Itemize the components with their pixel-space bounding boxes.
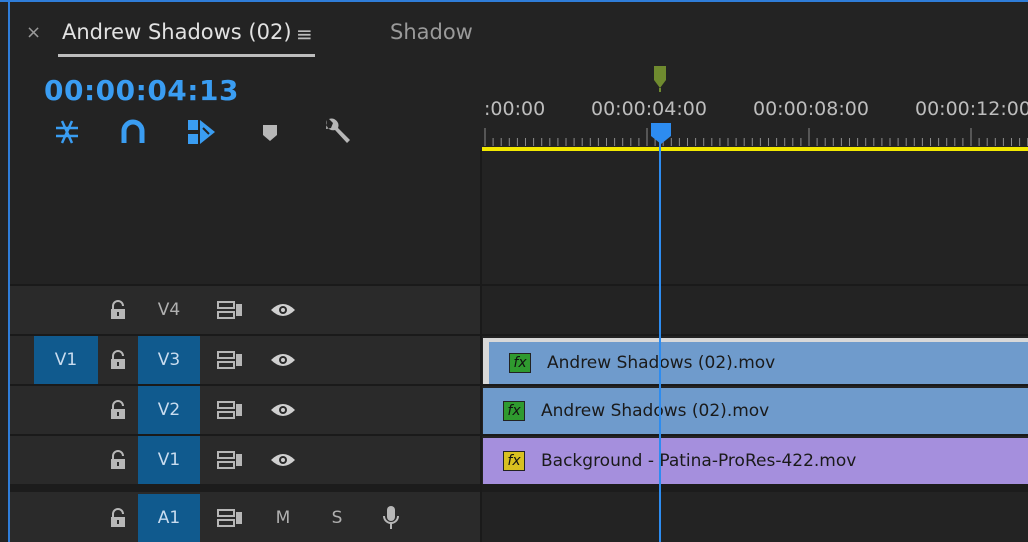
- toggle-output-eye-icon[interactable]: [266, 336, 300, 384]
- snap-magnet-icon[interactable]: [116, 116, 150, 148]
- toggle-output-eye-icon[interactable]: [266, 386, 300, 434]
- active-tab-underline: [58, 54, 315, 57]
- ruler-time-label: 00:00:04:00: [591, 98, 707, 120]
- lock-icon[interactable]: [104, 436, 132, 484]
- track-target-v4[interactable]: V4: [138, 286, 200, 334]
- clip-v1[interactable]: fx Background - Patina-ProRes-422.mov: [483, 438, 1028, 484]
- ruler-time-label: :00:00: [484, 98, 546, 120]
- sync-lock-icon[interactable]: [212, 386, 248, 434]
- close-tab-button[interactable]: ×: [26, 22, 41, 43]
- panel-menu-icon[interactable]: ≡: [296, 22, 313, 46]
- lock-icon[interactable]: [104, 494, 132, 542]
- clip-v3[interactable]: fx Andrew Shadows (02).mov: [483, 338, 1028, 384]
- voice-over-record-icon[interactable]: [376, 494, 406, 542]
- ruler-time-label: 00:00:12:00: [915, 98, 1028, 120]
- sync-lock-icon[interactable]: [212, 494, 248, 542]
- clip-v2[interactable]: fx Andrew Shadows (02).mov: [483, 388, 1028, 434]
- clip-name: Andrew Shadows (02).mov: [547, 353, 776, 373]
- fx-badge-icon: fx: [503, 451, 525, 471]
- sync-lock-icon[interactable]: [212, 336, 248, 384]
- toggle-output-eye-icon[interactable]: [266, 436, 300, 484]
- clip-name: Background - Patina-ProRes-422.mov: [541, 451, 857, 471]
- work-area-bar[interactable]: [482, 147, 1028, 151]
- wrench-settings-icon[interactable]: [320, 116, 354, 148]
- playhead-timecode[interactable]: 00:00:04:13: [44, 74, 239, 107]
- track-target-v2[interactable]: V2: [138, 386, 200, 434]
- video-audio-divider[interactable]: [10, 484, 1028, 492]
- playhead-handle[interactable]: [650, 122, 672, 146]
- ruler-time-label: 00:00:08:00: [753, 98, 869, 120]
- add-marker-icon[interactable]: [253, 116, 287, 148]
- marker-icon[interactable]: [652, 66, 668, 92]
- linked-selection-icon[interactable]: [184, 116, 218, 148]
- time-ruler-ticks[interactable]: [482, 124, 1028, 148]
- sync-lock-icon[interactable]: [212, 286, 248, 334]
- header-timeline-divider: [480, 150, 482, 542]
- sync-lock-icon[interactable]: [212, 436, 248, 484]
- track-target-v3[interactable]: V3: [138, 336, 200, 384]
- mute-button[interactable]: M: [268, 494, 298, 542]
- nest-sequence-icon[interactable]: [50, 116, 84, 148]
- lock-icon[interactable]: [104, 286, 132, 334]
- sequence-tab-title[interactable]: Andrew Shadows (02): [62, 20, 292, 44]
- track-target-a1[interactable]: A1: [138, 494, 200, 542]
- lock-icon[interactable]: [104, 336, 132, 384]
- fx-badge-icon: fx: [509, 353, 531, 373]
- track-target-v1[interactable]: V1: [138, 436, 200, 484]
- source-patch-v1[interactable]: V1: [34, 336, 98, 384]
- panel-focus-border-top: [0, 0, 1028, 2]
- clip-name: Andrew Shadows (02).mov: [541, 401, 770, 421]
- playhead-line[interactable]: [659, 124, 661, 542]
- solo-button[interactable]: S: [322, 494, 352, 542]
- toggle-output-eye-icon[interactable]: [266, 286, 300, 334]
- lock-icon[interactable]: [104, 386, 132, 434]
- tab-shadow[interactable]: Shadow: [390, 20, 473, 44]
- fx-badge-icon: fx: [503, 401, 525, 421]
